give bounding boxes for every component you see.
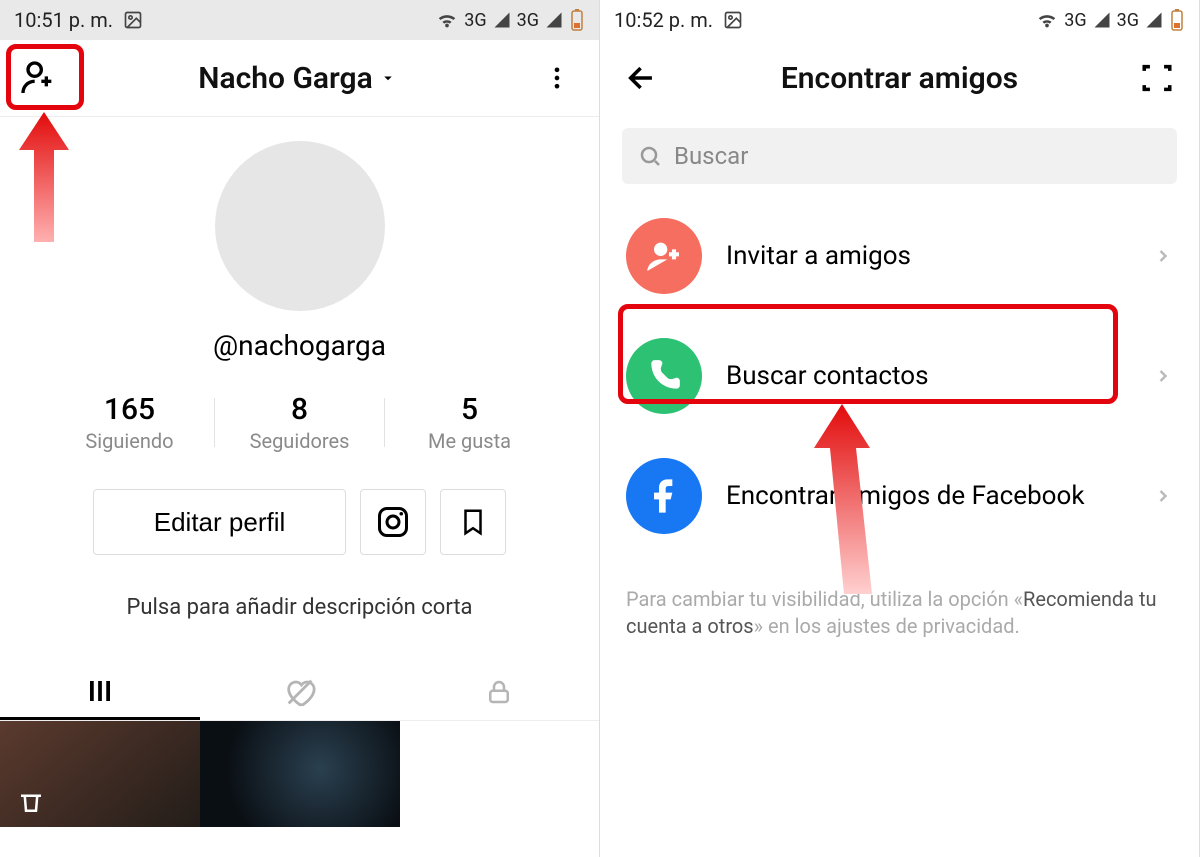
add-bio-prompt[interactable]: Pulsa para añadir descripción corta: [0, 595, 599, 620]
edit-profile-button[interactable]: Editar perfil: [93, 489, 347, 555]
instagram-link-button[interactable]: [360, 489, 426, 555]
stat-likes[interactable]: 5 Me gusta: [385, 392, 555, 453]
invite-icon: [626, 218, 702, 294]
status-time: 10:52 p. m.: [614, 8, 713, 32]
stat-likes-label: Me gusta: [385, 429, 555, 453]
stat-likes-count: 5: [385, 392, 555, 427]
chevron-right-icon: [1153, 486, 1173, 506]
signal-icon-2: [1145, 11, 1163, 29]
stat-followers[interactable]: 8 Seguidores: [215, 392, 385, 453]
chevron-down-icon: [379, 69, 397, 87]
stats-row: 165 Siguiendo 8 Seguidores 5 Me gusta: [0, 392, 599, 453]
wifi-icon: [1036, 9, 1058, 31]
option-facebook-label: Encontrar amigos de Facebook: [726, 481, 1129, 511]
profile-tabs: [0, 664, 599, 721]
image-icon: [123, 10, 143, 30]
option-invite-friends[interactable]: Invitar a amigos: [600, 196, 1199, 316]
phone-find-friends-screenshot: 10:52 p. m. 3G 3G En: [600, 0, 1200, 857]
video-thumbnail[interactable]: [0, 721, 200, 827]
avatar[interactable]: [215, 141, 385, 311]
page-title-text: Encontrar amigos: [781, 61, 1018, 96]
phone-profile-screenshot: 10:51 p. m. 3G 3G: [0, 0, 600, 857]
status-bar: 10:52 p. m. 3G 3G: [600, 0, 1199, 40]
option-facebook-friends[interactable]: Encontrar amigos de Facebook: [600, 436, 1199, 556]
qr-scan-button[interactable]: [1135, 56, 1179, 100]
status-bar: 10:51 p. m. 3G 3G: [0, 0, 599, 40]
tab-liked[interactable]: [200, 664, 400, 720]
facebook-icon: [626, 458, 702, 534]
add-friends-button[interactable]: [16, 56, 60, 100]
privacy-hint-pre: Para cambiar tu visibilidad, utiliza la …: [626, 587, 1023, 611]
option-invite-label: Invitar a amigos: [726, 241, 1129, 271]
phone-icon: [626, 338, 702, 414]
bookmark-button[interactable]: [440, 489, 506, 555]
tab-private[interactable]: [399, 664, 599, 720]
profile-name: Nacho Garga: [198, 61, 372, 96]
stat-following[interactable]: 165 Siguiendo: [45, 392, 215, 453]
stat-followers-label: Seguidores: [215, 429, 385, 453]
pinned-icon: [16, 787, 46, 817]
chevron-right-icon: [1153, 366, 1173, 386]
signal-icon-2: [545, 11, 563, 29]
more-menu-button[interactable]: [535, 56, 579, 100]
network-label-2: 3G: [517, 10, 539, 31]
network-label-1: 3G: [464, 10, 486, 31]
back-button[interactable]: [620, 56, 664, 100]
image-icon: [723, 10, 743, 30]
option-contacts-label: Buscar contactos: [726, 361, 1129, 391]
search-icon: [638, 144, 662, 168]
tab-posts[interactable]: [0, 664, 200, 720]
battery-icon: [1169, 8, 1185, 32]
stat-following-count: 165: [45, 392, 215, 427]
status-time: 10:51 p. m.: [14, 8, 113, 32]
signal-icon-1: [1093, 11, 1111, 29]
video-thumbnail[interactable]: [200, 721, 400, 827]
wifi-icon: [436, 9, 458, 31]
page-title: Encontrar amigos: [781, 61, 1018, 96]
chevron-right-icon: [1153, 246, 1173, 266]
battery-icon: [569, 8, 585, 32]
privacy-hint-post: » en los ajustes de privacidad.: [754, 614, 1020, 638]
signal-icon-1: [493, 11, 511, 29]
profile-name-dropdown[interactable]: Nacho Garga: [198, 61, 396, 96]
privacy-hint: Para cambiar tu visibilidad, utiliza la …: [600, 556, 1199, 640]
network-label-2: 3G: [1117, 10, 1139, 31]
stat-following-label: Siguiendo: [45, 429, 215, 453]
search-placeholder: Buscar: [674, 142, 748, 170]
profile-header: Nacho Garga: [0, 40, 599, 116]
network-label-1: 3G: [1064, 10, 1086, 31]
search-input[interactable]: Buscar: [622, 128, 1177, 184]
video-grid: [0, 721, 599, 827]
option-find-contacts[interactable]: Buscar contactos: [600, 316, 1199, 436]
username: @nachogarga: [0, 329, 599, 362]
stat-followers-count: 8: [215, 392, 385, 427]
find-friends-header: Encontrar amigos: [600, 40, 1199, 116]
